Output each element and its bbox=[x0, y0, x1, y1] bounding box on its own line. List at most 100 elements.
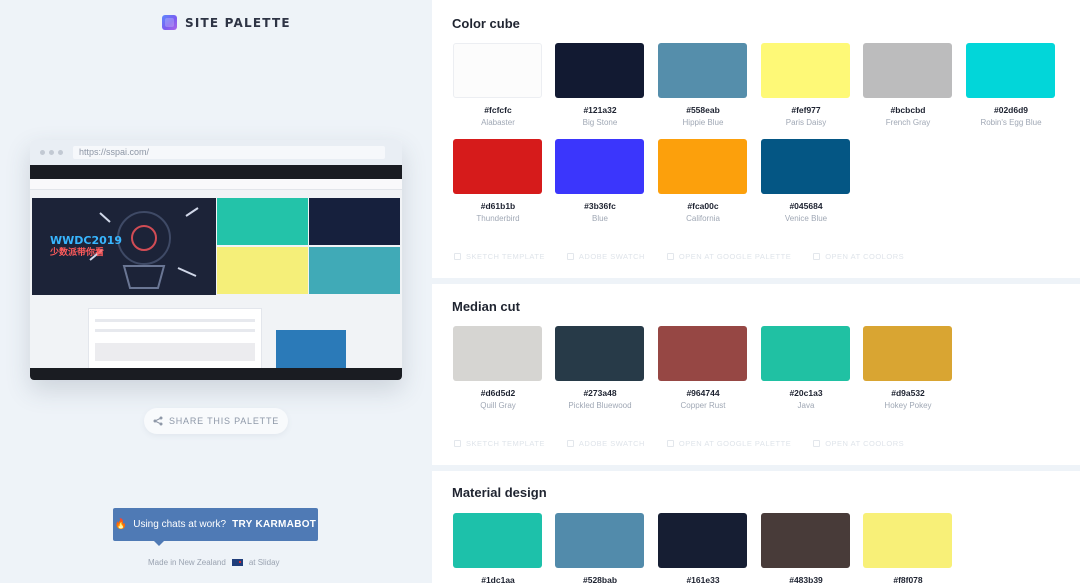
swatch-hex[interactable]: #20c1a3 bbox=[761, 388, 851, 399]
feed-line bbox=[95, 343, 255, 361]
site-screenshot: WWDC2019 少数派带你看 bbox=[30, 165, 402, 380]
swatch-hex[interactable]: #bcbcbd bbox=[863, 105, 953, 116]
karmabot-cta[interactable]: TRY KARMABOT bbox=[232, 519, 316, 530]
color-swatch[interactable]: #045684 Venice Blue bbox=[761, 139, 851, 224]
swatch-color-block[interactable] bbox=[863, 43, 952, 98]
swatch-hex[interactable]: #02d6d9 bbox=[966, 105, 1056, 116]
banner-text: WWDC2019 少数派带你看 bbox=[50, 234, 122, 260]
swatch-color-block[interactable] bbox=[761, 139, 850, 194]
coolors-link[interactable]: OPEN AT COOLORS bbox=[813, 439, 904, 448]
coolors-label: OPEN AT COOLORS bbox=[825, 252, 905, 261]
share-button[interactable]: SHARE THIS PALETTE bbox=[144, 408, 288, 434]
made-by-link[interactable]: at Sliday bbox=[249, 558, 280, 567]
adobe-icon bbox=[566, 440, 574, 447]
swatch-color-block[interactable] bbox=[555, 326, 644, 381]
site-nav-bar bbox=[30, 165, 402, 179]
color-swatch[interactable]: #3b36fc Blue bbox=[555, 139, 645, 224]
swatch-color-block[interactable] bbox=[555, 139, 644, 194]
color-swatch[interactable]: #02d6d9 Robin's Egg Blue bbox=[966, 43, 1056, 128]
swatch-color-block[interactable] bbox=[761, 513, 850, 568]
swatch-hex[interactable]: #fcfcfc bbox=[453, 105, 543, 116]
swatch-color-block[interactable] bbox=[658, 43, 747, 98]
google-palette-link[interactable]: OPEN AT GOOGLE PALETTE bbox=[666, 252, 791, 261]
color-swatch[interactable]: #d9a532 Hokey Pokey bbox=[863, 326, 953, 411]
swatch-hex[interactable]: #528bab bbox=[555, 575, 645, 583]
swatch-name: Thunderbird bbox=[476, 214, 520, 223]
color-swatch[interactable]: #fca00c California bbox=[658, 139, 748, 224]
swatch-hex[interactable]: #d61b1b bbox=[453, 201, 543, 212]
swatch-hex[interactable]: #483b39 bbox=[761, 575, 851, 583]
color-swatch[interactable]: #bcbcbd French Gray bbox=[863, 43, 953, 128]
swatch-color-block[interactable] bbox=[658, 326, 747, 381]
adobe-swatch-link[interactable]: ADOBE SWATCH bbox=[566, 252, 645, 261]
swatch-hex[interactable]: #045684 bbox=[761, 201, 851, 212]
window-controls bbox=[40, 150, 63, 155]
banner-tile bbox=[217, 247, 308, 294]
banner-tile bbox=[309, 198, 400, 245]
banner-title: WWDC2019 bbox=[50, 234, 123, 247]
swatch-hex[interactable]: #161e33 bbox=[658, 575, 748, 583]
sketch-template-link[interactable]: SKETCH TEMPLATE bbox=[454, 439, 545, 448]
sketch-label: SKETCH TEMPLATE bbox=[466, 252, 545, 261]
sketch-template-link[interactable]: SKETCH TEMPLATE bbox=[454, 252, 545, 261]
adobe-icon bbox=[566, 253, 574, 260]
swatch-hex[interactable]: #1dc1aa bbox=[453, 575, 543, 583]
swatch-hex[interactable]: #558eab bbox=[658, 105, 748, 116]
swatch-color-block[interactable] bbox=[658, 513, 747, 568]
swatch-hex[interactable]: #d9a532 bbox=[863, 388, 953, 399]
swatch-color-block[interactable] bbox=[555, 513, 644, 568]
banner-tile bbox=[309, 247, 400, 294]
swatch-name: Pickled Bluewood bbox=[568, 401, 632, 410]
swatch-name: Blue bbox=[591, 214, 608, 223]
color-swatch[interactable]: #d61b1b Thunderbird bbox=[453, 139, 543, 224]
swatch-hex[interactable]: #fef977 bbox=[761, 105, 851, 116]
section-title: Material design bbox=[452, 485, 547, 500]
swatch-hex[interactable]: #d6d5d2 bbox=[453, 388, 543, 399]
color-swatch[interactable]: #d6d5d2 Quill Gray bbox=[453, 326, 543, 411]
swatch-hex[interactable]: #273a48 bbox=[555, 388, 645, 399]
external-link-icon bbox=[813, 253, 821, 260]
karmabot-banner[interactable]: 🔥 Using chats at work? TRY KARMABOT bbox=[113, 508, 318, 546]
color-swatch[interactable]: #483b39 bbox=[761, 513, 851, 583]
color-swatch[interactable]: #f8f078 bbox=[863, 513, 953, 583]
color-swatch[interactable]: #20c1a3 Java bbox=[761, 326, 851, 411]
color-swatch[interactable]: #1dc1aa bbox=[453, 513, 543, 583]
google-palette-link[interactable]: OPEN AT GOOGLE PALETTE bbox=[666, 439, 792, 448]
swatch-hex[interactable]: #f8f078 bbox=[863, 575, 953, 583]
swatch-color-block[interactable] bbox=[453, 139, 542, 194]
color-swatch[interactable]: #273a48 Pickled Bluewood bbox=[555, 326, 645, 411]
swatch-color-block[interactable] bbox=[966, 43, 1055, 98]
swatch-name: California bbox=[686, 214, 720, 223]
swatch-hex[interactable]: #964744 bbox=[658, 388, 748, 399]
external-link-icon bbox=[666, 253, 674, 260]
swatch-color-block[interactable] bbox=[761, 43, 850, 98]
swatch-color-block[interactable] bbox=[453, 513, 542, 568]
swatch-hex[interactable]: #fca00c bbox=[658, 201, 748, 212]
swatch-color-block[interactable] bbox=[863, 326, 952, 381]
swatch-name: Hippie Blue bbox=[682, 118, 724, 127]
coolors-link[interactable]: OPEN AT COOLORS bbox=[813, 252, 904, 261]
color-swatch[interactable]: #161e33 bbox=[658, 513, 748, 583]
color-swatch[interactable]: #528bab bbox=[555, 513, 645, 583]
banner-subtitle: 少数派带你看 bbox=[50, 248, 105, 259]
coolors-label: OPEN AT COOLORS bbox=[825, 439, 905, 448]
color-swatch[interactable]: #121a32 Big Stone bbox=[555, 43, 645, 128]
swatch-color-block[interactable] bbox=[863, 513, 952, 568]
swatch-color-block[interactable] bbox=[761, 326, 850, 381]
color-swatch[interactable]: #fcfcfc Alabaster bbox=[453, 43, 543, 128]
swatch-color-block[interactable] bbox=[453, 326, 542, 381]
color-swatch[interactable]: #fef977 Paris Daisy bbox=[761, 43, 851, 128]
google-label: OPEN AT GOOGLE PALETTE bbox=[678, 439, 792, 448]
left-panel: SITE PALETTE https://sspai.com/ WWDC2019… bbox=[0, 0, 432, 583]
swatch-name: Big Stone bbox=[582, 118, 618, 127]
swatch-hex[interactable]: #3b36fc bbox=[555, 201, 645, 212]
adobe-swatch-link[interactable]: ADOBE SWATCH bbox=[566, 439, 645, 448]
swatch-color-block[interactable] bbox=[658, 139, 747, 194]
brand-logo[interactable]: SITE PALETTE bbox=[162, 15, 291, 30]
swatch-color-block[interactable] bbox=[555, 43, 644, 98]
swatch-hex[interactable]: #121a32 bbox=[555, 105, 645, 116]
color-swatch[interactable]: #558eab Hippie Blue bbox=[658, 43, 748, 128]
swatch-color-block[interactable] bbox=[453, 43, 542, 98]
color-swatch[interactable]: #964744 Copper Rust bbox=[658, 326, 748, 411]
site-bottom-bar bbox=[30, 368, 402, 380]
